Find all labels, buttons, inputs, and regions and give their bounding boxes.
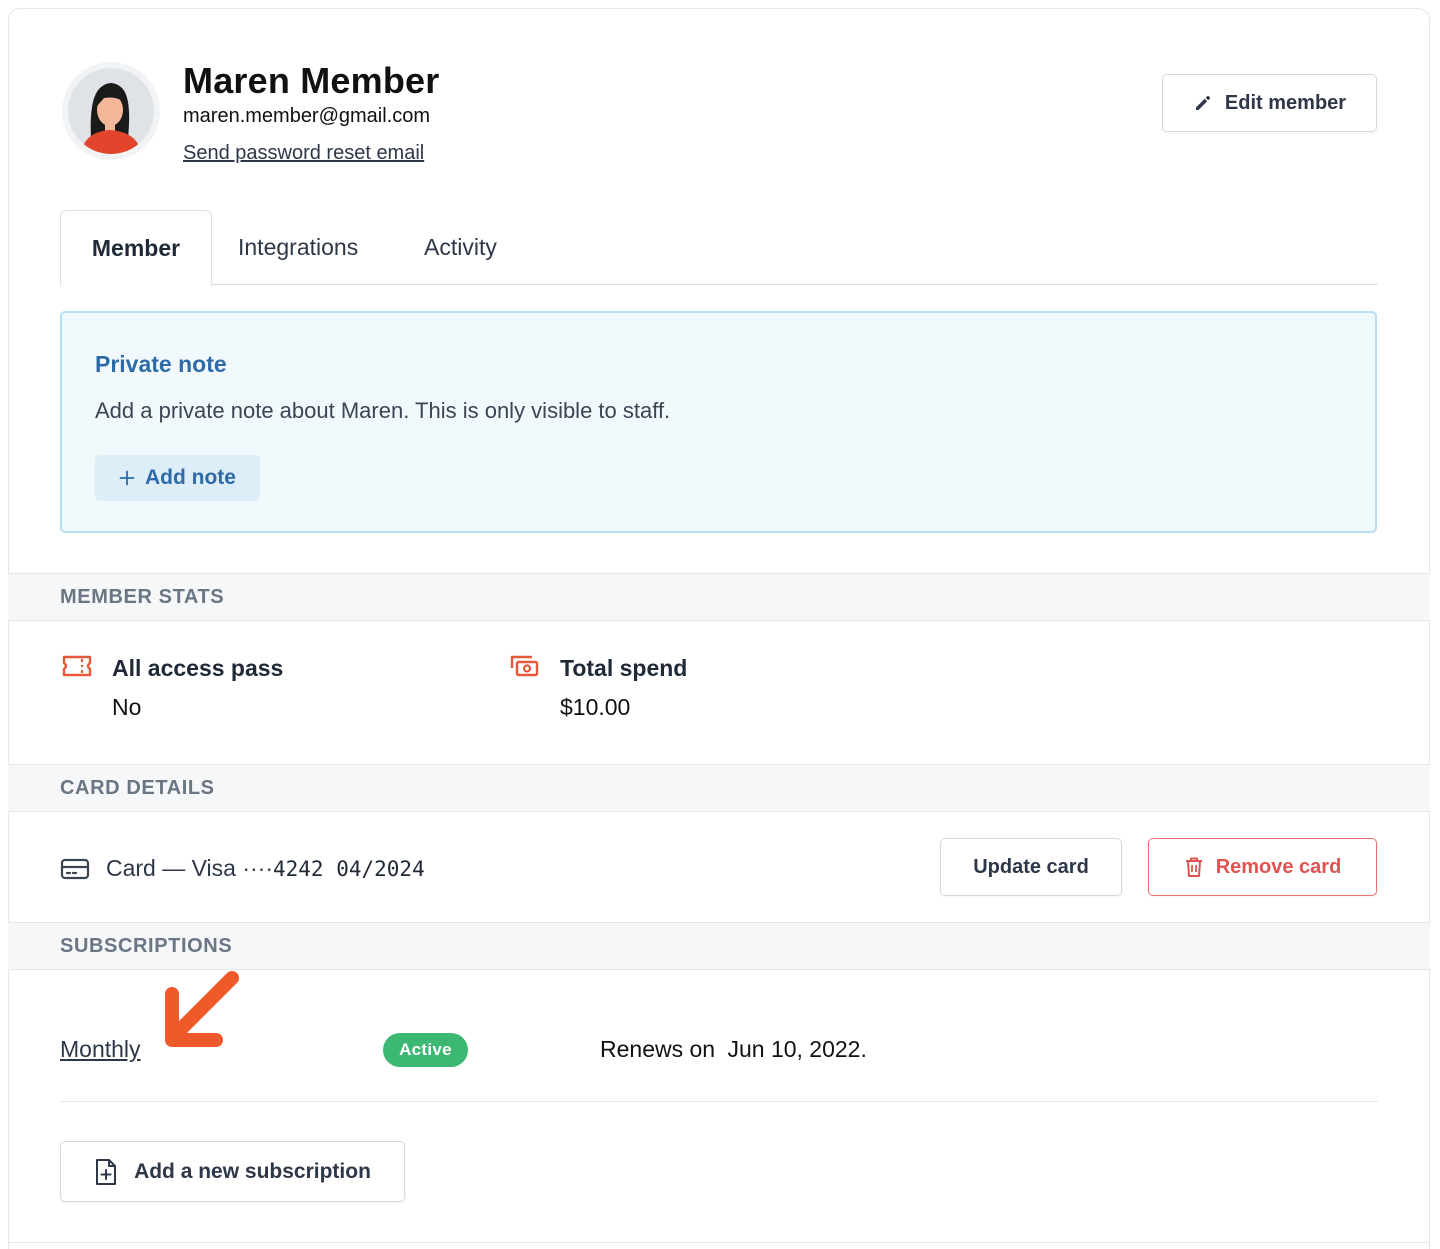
avatar-illustration xyxy=(80,83,142,154)
renews-date: Jun 10, 2022. xyxy=(727,1036,867,1062)
add-subscription-label: Add a new subscription xyxy=(134,1159,371,1183)
all-access-pass-label: All access pass xyxy=(112,655,284,681)
add-note-button[interactable]: Add note xyxy=(95,455,260,501)
card-number: 4242 04/2024 xyxy=(273,857,425,881)
remove-card-label: Remove card xyxy=(1215,855,1342,878)
tab-activity[interactable]: Activity xyxy=(424,210,497,285)
remove-card-button[interactable]: Remove card xyxy=(1148,838,1377,896)
all-access-pass-value: No xyxy=(112,694,142,720)
add-note-label: Add note xyxy=(145,466,236,489)
avatar xyxy=(62,62,160,160)
member-stats-heading: MEMBER STATS xyxy=(8,573,1430,621)
status-badge: Active xyxy=(383,1033,468,1067)
private-note-panel: Private note Add a private note about Ma… xyxy=(60,311,1377,533)
edit-member-button[interactable]: Edit member xyxy=(1162,74,1377,132)
avatar-image xyxy=(68,68,154,154)
subscription-link-monthly[interactable]: Monthly xyxy=(60,1036,141,1063)
total-spend-value: $10.00 xyxy=(560,694,631,720)
plus-icon xyxy=(119,470,135,486)
total-spend-label: Total spend xyxy=(560,655,688,681)
cash-icon xyxy=(510,655,539,677)
ticket-icon xyxy=(62,655,92,677)
tab-member[interactable]: Member xyxy=(60,210,212,286)
divider xyxy=(8,1242,1430,1243)
divider xyxy=(60,1101,1378,1102)
arrow-pointer-icon xyxy=(165,971,239,1047)
card-label: Card — Visa ···· xyxy=(106,855,273,881)
private-note-title: Private note xyxy=(95,351,227,377)
edit-member-label: Edit member xyxy=(1224,91,1347,114)
tab-integrations[interactable]: Integrations xyxy=(238,210,358,285)
credit-card-icon xyxy=(60,858,90,879)
add-subscription-button[interactable]: Add a new subscription xyxy=(60,1141,405,1202)
add-document-icon xyxy=(96,1158,117,1185)
send-password-reset-link[interactable]: Send password reset email xyxy=(183,142,424,165)
private-note-description: Add a private note about Maren. This is … xyxy=(95,398,671,423)
renewal-info: Renews on Jun 10, 2022. xyxy=(600,1036,867,1063)
card-details-heading: CARD DETAILS xyxy=(8,764,1430,812)
pencil-icon xyxy=(1195,95,1211,110)
trash-icon xyxy=(1185,857,1202,877)
card-info: Card — Visa ···· 4242 04/2024 xyxy=(60,855,425,882)
member-email: maren.member@gmail.com xyxy=(183,105,431,127)
subscriptions-heading: SUBSCRIPTIONS xyxy=(8,922,1430,970)
tab-bar: Member Integrations Activity xyxy=(60,210,1378,286)
update-card-button[interactable]: Update card xyxy=(940,838,1122,896)
renews-label: Renews on xyxy=(600,1036,716,1062)
member-name: Maren Member xyxy=(183,60,440,101)
